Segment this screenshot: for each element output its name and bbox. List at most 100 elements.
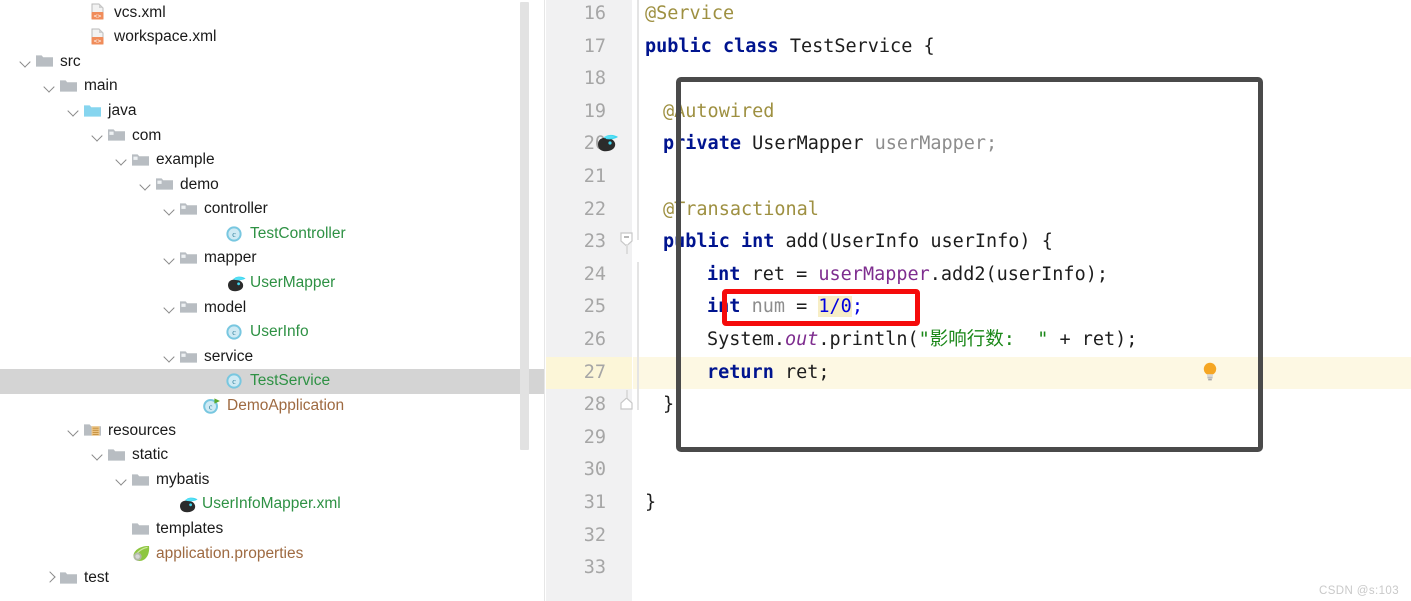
editor-line-33[interactable]: 33 [546,552,1411,585]
chevron-down-icon[interactable] [66,103,81,118]
tree-item-demo[interactable]: demo [0,172,545,197]
tree-item-service[interactable]: service [0,344,545,369]
tree-item-test[interactable]: test [0,566,545,591]
project-tree-panel[interactable]: <> vcs.xml <> workspace.xml src main java com ex… [0,0,545,601]
editor-line-32[interactable]: 32 [546,520,1411,553]
sidebar-scrollbar-track[interactable] [520,0,537,601]
chevron-down-icon[interactable] [90,128,105,143]
chevron-down-icon[interactable] [138,177,153,192]
tree-item-com[interactable]: com [0,123,545,148]
editor-line-16[interactable]: 16 @Service [546,0,1411,31]
tree-item-example[interactable]: example [0,148,545,173]
tree-item-application-properties[interactable]: application.properties [0,541,545,566]
panel-divider[interactable] [544,0,545,601]
line-number: 32 [583,524,606,546]
code-line-text[interactable]: return ret; [645,357,830,390]
java-class-icon: c [225,225,245,243]
chevron-down-icon[interactable] [162,349,177,364]
fold-collapse-icon[interactable] [619,232,634,254]
line-number: 16 [583,3,606,24]
tree-item-static[interactable]: static [0,443,545,468]
code-line-text[interactable]: int num = 1/0; [645,291,863,324]
editor-line-27[interactable]: 27 return ret; [546,356,1411,390]
line-number: 33 [583,557,606,579]
code-line-text[interactable]: System.out.println("影响行数: " + ret); [645,324,1137,357]
editor-line-25[interactable]: 25 int num = 1/0; [546,291,1411,324]
chevron-down-icon[interactable] [66,423,81,438]
tree-item-resources[interactable]: resources [0,418,545,443]
editor-line-22[interactable]: 22 @Transactional [546,194,1411,227]
editor-line-17[interactable]: 17 public class TestService { [546,31,1411,64]
code-line-text[interactable]: public class TestService { [645,31,935,64]
code-line-text[interactable]: @Autowired [645,96,774,129]
chevron-down-icon[interactable] [162,300,177,315]
tree-item-usermapper[interactable]: UserMapper [0,271,545,296]
tree-item-src[interactable]: src [0,49,545,74]
editor-line-24[interactable]: 24 int ret = userMapper.add2(userInfo); [546,259,1411,292]
sidebar-scrollbar-thumb[interactable] [520,2,529,450]
tree-item-templates[interactable]: templates [0,516,545,541]
tree-item-userinfo[interactable]: c UserInfo [0,320,545,345]
tree-item-main[interactable]: main [0,74,545,99]
chevron-down-icon[interactable] [162,251,177,266]
code-token: + ret); [1048,329,1138,350]
tree-item-label: example [156,151,215,169]
code-line-text[interactable]: public int add(UserInfo userInfo) { [645,226,1053,259]
chevron-down-icon[interactable] [42,79,57,94]
tree-item-mybatis[interactable]: mybatis [0,467,545,492]
code-line-text[interactable]: private UserMapper userMapper; [645,128,997,161]
folder-icon [131,471,151,489]
tree-item-java[interactable]: java [0,98,545,123]
tree-item-workspace-xml[interactable]: <> workspace.xml [0,25,545,50]
tree-item-testservice[interactable]: c TestService [0,368,545,394]
code-token: return [707,361,774,383]
package-folder-icon [131,151,151,169]
tree-item-testcontroller[interactable]: c TestController [0,221,545,246]
mybatis-mapper-icon[interactable] [594,132,618,154]
tree-item-label: UserInfoMapper.xml [202,495,341,513]
spring-boot-class-icon: c [202,397,222,415]
intention-bulb-icon[interactable] [1201,361,1219,383]
tree-item-userinfomapper-xml[interactable]: UserInfoMapper.xml [0,492,545,517]
tree-item-model[interactable]: model [0,295,545,320]
tree-item-controller[interactable]: controller [0,197,545,222]
editor-line-29[interactable]: 29 [546,422,1411,455]
tree-item-mapper[interactable]: mapper [0,246,545,271]
chevron-down-icon[interactable] [162,202,177,217]
chevron-down-icon[interactable] [114,152,129,167]
tree-item-vcs-xml[interactable]: <> vcs.xml [0,0,545,25]
chevron-down-icon[interactable] [90,447,105,462]
editor-line-23[interactable]: 23 public int add(UserInfo userInfo) { [546,226,1411,259]
package-folder-icon [179,348,199,366]
tree-item-demoapplication[interactable]: c DemoApplication [0,394,545,419]
editor-line-31[interactable]: 31} [546,487,1411,520]
no-chevron-spacer [114,546,129,561]
code-line-text[interactable]: } [645,389,674,422]
editor-panel[interactable]: 16 @Service 17 public class TestService {18… [546,0,1411,601]
code-token: "影响行数: " [918,329,1049,350]
mybatis-icon [225,274,246,292]
xml-file-icon: <> [89,28,109,46]
code-line-text[interactable]: int ret = userMapper.add2(userInfo); [645,259,1108,292]
code-line-text[interactable]: @Transactional [645,194,819,227]
chevron-right-icon[interactable] [42,570,57,585]
tree-item-label: static [132,446,169,464]
editor-line-26[interactable]: 26 System.out.println("影响行数: " + ret); [546,324,1411,357]
editor-line-20[interactable]: 20 private UserMapper userMapper; [546,128,1411,161]
fold-end-icon[interactable] [619,390,634,415]
editor-line-21[interactable]: 21 [546,161,1411,194]
editor-line-19[interactable]: 19 @Autowired [546,96,1411,129]
code-line-text[interactable]: @Service [645,0,734,31]
editor-line-30[interactable]: 30 [546,454,1411,487]
tree-item-label: vcs.xml [114,3,166,21]
code-line-text[interactable]: } [645,487,656,520]
folder-icon [35,52,55,70]
folder-icon [131,520,151,538]
chevron-down-icon[interactable] [114,472,129,487]
editor-line-28[interactable]: 28} [546,389,1411,422]
editor-line-18[interactable]: 18 [546,63,1411,96]
code-token: .println( [818,329,919,350]
chevron-down-icon[interactable] [18,54,33,69]
